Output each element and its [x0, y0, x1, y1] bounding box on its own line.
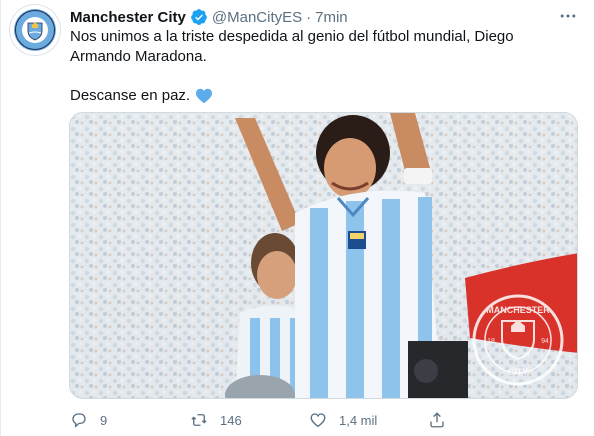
like-count: 1,4 mil [339, 412, 378, 428]
more-icon [560, 14, 576, 18]
tweet-text: Nos unimos a la triste despedida al geni… [70, 27, 575, 106]
retweet-count: 146 [220, 412, 242, 428]
more-options-button[interactable] [556, 6, 580, 26]
tweet-actions: 9 146 1,4 mil [70, 408, 530, 432]
blue-heart-icon [196, 88, 213, 104]
tweet-text-line2: Descanse en paz. [70, 87, 191, 104]
man-city-crest-icon [11, 6, 59, 54]
verified-badge-icon [190, 9, 207, 25]
tweet-timestamp[interactable]: 7min [315, 9, 348, 26]
reply-icon [72, 413, 86, 428]
like-heart-icon [310, 413, 326, 428]
author-name[interactable]: Manchester City [70, 9, 186, 26]
watermark-bottom-text: CITY [508, 367, 529, 377]
avatar[interactable] [10, 5, 60, 55]
tweet-text-line1: Nos unimos a la triste despedida al geni… [70, 28, 514, 65]
share-icon [430, 412, 444, 428]
watermark-left-num: 18 [487, 338, 495, 345]
share-button[interactable] [428, 411, 446, 429]
retweet-icon [191, 414, 207, 426]
maradona-celebration-photo: MANCHESTER CITY 18 94 [70, 113, 577, 398]
author-handle[interactable]: @ManCityES [212, 9, 302, 26]
retweet-button[interactable]: 146 [190, 411, 242, 429]
tweet[interactable]: Manchester City @ManCityES · 7min Nos un… [0, 0, 594, 436]
separator-dot: · [306, 8, 312, 26]
watermark-right-num: 94 [541, 338, 549, 345]
reply-button[interactable]: 9 [70, 411, 107, 429]
watermark-top-text: MANCHESTER [486, 305, 550, 315]
reply-count: 9 [100, 412, 108, 428]
tweet-media-photo[interactable]: MANCHESTER CITY 18 94 [69, 112, 578, 399]
like-button[interactable]: 1,4 mil [309, 411, 377, 429]
tweet-header: Manchester City @ManCityES · 7min [70, 6, 348, 28]
